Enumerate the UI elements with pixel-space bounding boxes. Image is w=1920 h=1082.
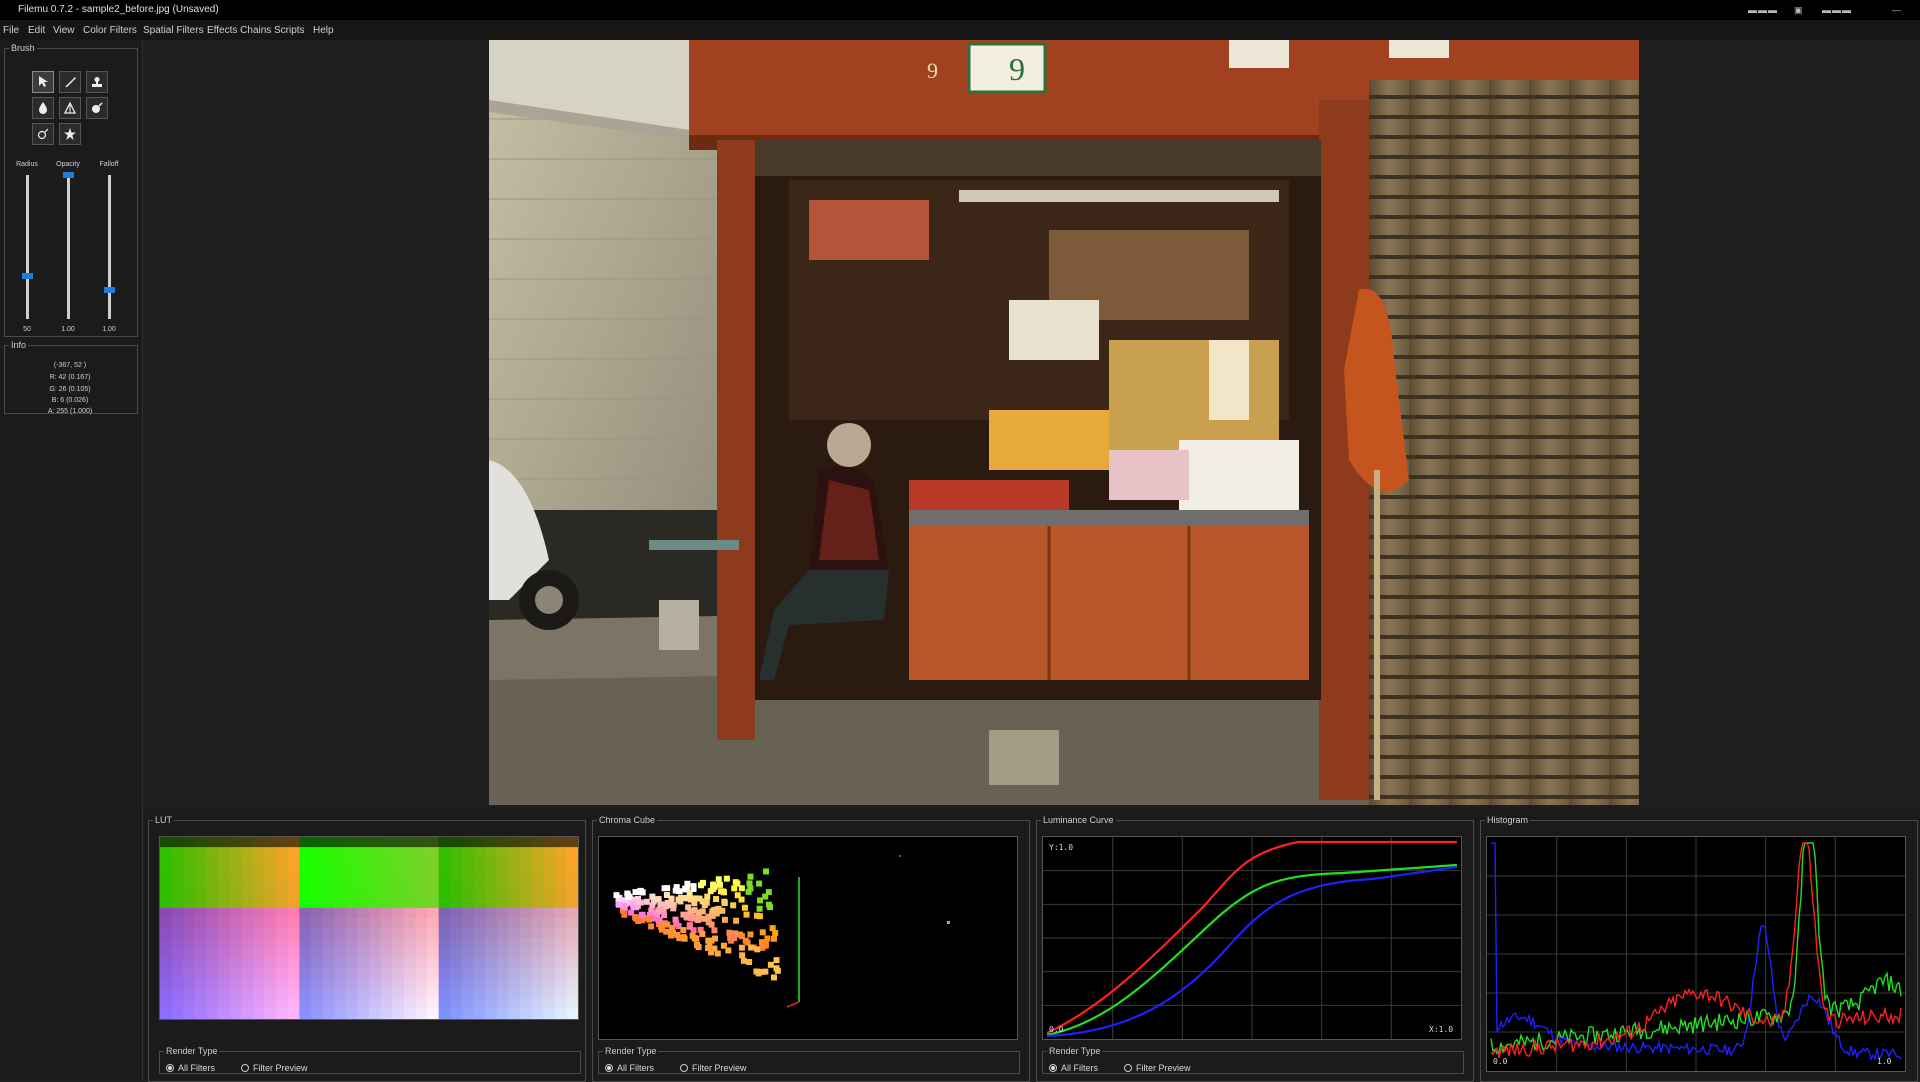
- window-title: Filemu 0.7.2 - sample2_before.jpg (Unsav…: [18, 4, 219, 15]
- info-red: R: 42 (0.167): [49, 374, 91, 381]
- luminance-curve-plot: [1043, 837, 1461, 1039]
- opacity-slider-handle[interactable]: [63, 172, 74, 178]
- chroma-cube-panel: Chroma Cube Render Type All Filters Filt…: [592, 815, 1030, 1082]
- luminance-filter-preview-radio[interactable]: [1124, 1064, 1132, 1072]
- filter-preview-label: Filter Preview: [1136, 1063, 1191, 1073]
- luminance-curve-panel: Luminance Curve Y:1.0 X:1.0 0.0 Render T…: [1036, 815, 1474, 1082]
- info-group-label: Info: [11, 340, 27, 350]
- luminance-render-type: Render Type All Filters Filter Preview: [1042, 1046, 1464, 1074]
- render-type-label: Render Type: [166, 1046, 218, 1056]
- info-coordinates: (-367, 52 ): [53, 362, 87, 369]
- bucket-tool-button[interactable]: [86, 97, 108, 119]
- radius-slider-track[interactable]: [26, 175, 29, 319]
- menu-file[interactable]: File: [3, 25, 19, 36]
- stamp-icon: [92, 77, 102, 87]
- sharpen-tool-button[interactable]: [59, 97, 81, 119]
- info-group: Info (-367, 52 ) R: 42 (0.167) G: 26 (0.…: [4, 340, 138, 415]
- menu-effects-chains[interactable]: Effects Chains: [207, 25, 271, 36]
- lut-panel: LUT Render Type All Filters Filter Previ…: [148, 815, 586, 1082]
- lut-all-filters-radio[interactable]: [166, 1064, 174, 1072]
- chroma-cube-title: Chroma Cube: [599, 815, 656, 825]
- info-green: G: 26 (0.105): [49, 386, 91, 393]
- render-type-label: Render Type: [1049, 1046, 1101, 1056]
- all-filters-label: All Filters: [617, 1063, 655, 1073]
- info-alpha: A: 255 (1.000): [47, 408, 93, 415]
- pointer-tool-button[interactable]: [32, 71, 54, 93]
- all-filters-label: All Filters: [178, 1063, 216, 1073]
- title-bar: Filemu 0.7.2 - sample2_before.jpg (Unsav…: [0, 0, 1920, 20]
- lut-render-type: Render Type All Filters Filter Preview: [159, 1046, 581, 1074]
- menu-bar: File Edit View Color Filters Spatial Fil…: [0, 20, 1920, 40]
- brush-icon: [65, 77, 76, 87]
- falloff-slider-handle[interactable]: [104, 287, 115, 294]
- info-blue: B: 6 (0.026): [51, 397, 89, 404]
- histogram-origin-label: 0.0: [1493, 1057, 1508, 1066]
- settings-dots-icon[interactable]: ▬▬▬: [1822, 5, 1852, 15]
- brush-group: Brush Radius Opacity Falloff 50 1.00 1.0…: [4, 43, 138, 337]
- chroma-cube-view[interactable]: [598, 836, 1018, 1040]
- drop-tool-button[interactable]: [32, 97, 54, 119]
- image-canvas[interactable]: 9 9: [489, 40, 1639, 805]
- falloff-value: 1.00: [102, 326, 116, 333]
- histogram-view: 0.0 1.0: [1486, 836, 1906, 1072]
- star-icon: [64, 128, 76, 140]
- chroma-all-filters-radio[interactable]: [605, 1064, 613, 1072]
- star-tool-button[interactable]: [59, 123, 81, 145]
- menu-color-filters[interactable]: Color Filters: [83, 25, 137, 36]
- triangle-icon: [64, 102, 76, 114]
- all-filters-label: All Filters: [1061, 1063, 1099, 1073]
- histogram-title: Histogram: [1487, 815, 1529, 825]
- chroma-cube-plot: [613, 855, 950, 1008]
- luminance-all-filters-radio[interactable]: [1049, 1064, 1057, 1072]
- bottom-panels: LUT Render Type All Filters Filter Previ…: [143, 807, 1920, 1082]
- menu-spatial-filters[interactable]: Spatial Filters: [143, 25, 204, 36]
- luminance-x-label: X:1.0: [1429, 1025, 1454, 1034]
- brush-tool-button[interactable]: [59, 71, 81, 93]
- lut-view: [159, 836, 579, 1020]
- pointer-icon: [39, 76, 48, 87]
- display-icon[interactable]: ▣: [1794, 5, 1804, 15]
- opacity-label: Opacity: [56, 161, 80, 168]
- filter-preview-label: Filter Preview: [692, 1063, 747, 1073]
- svg-text:9: 9: [1009, 51, 1025, 87]
- histogram-panel: Histogram 0.0 1.0: [1480, 815, 1918, 1082]
- falloff-label: Falloff: [99, 161, 119, 168]
- shop-photo: 9 9: [489, 40, 1639, 805]
- chroma-render-type: Render Type All Filters Filter Preview: [598, 1046, 1020, 1074]
- filter-preview-label: Filter Preview: [253, 1063, 308, 1073]
- lut-filter-preview-radio[interactable]: [241, 1064, 249, 1072]
- opacity-value: 1.00: [61, 326, 75, 333]
- opacity-slider-track[interactable]: [67, 175, 70, 319]
- radius-label: Radius: [16, 161, 38, 168]
- lut-grid: [160, 837, 578, 1019]
- luminance-y-label: Y:1.0: [1049, 843, 1074, 852]
- minimize-icon[interactable]: —: [1892, 5, 1902, 15]
- brush-group-label: Brush: [11, 43, 35, 53]
- luminance-curve-view[interactable]: Y:1.0 X:1.0 0.0: [1042, 836, 1462, 1040]
- svg-text:9: 9: [927, 58, 938, 83]
- menu-view[interactable]: View: [53, 25, 75, 36]
- lut-panel-title: LUT: [155, 815, 173, 825]
- lasso-icon: [37, 128, 49, 140]
- lasso-tool-button[interactable]: [32, 123, 54, 145]
- menu-edit[interactable]: Edit: [28, 25, 45, 36]
- menu-help[interactable]: Help: [313, 25, 334, 36]
- menu-dots-icon[interactable]: ▬▬▬: [1748, 5, 1778, 15]
- luminance-curve-title: Luminance Curve: [1043, 815, 1114, 825]
- histogram-plot: [1487, 837, 1905, 1071]
- menu-scripts[interactable]: Scripts: [274, 25, 305, 36]
- stamp-tool-button[interactable]: [86, 71, 108, 93]
- falloff-slider-track[interactable]: [108, 175, 111, 319]
- bucket-icon: [92, 102, 103, 113]
- chroma-filter-preview-radio[interactable]: [680, 1064, 688, 1072]
- luminance-origin-label: 0.0: [1049, 1025, 1064, 1034]
- radius-value: 50: [23, 326, 31, 333]
- render-type-label: Render Type: [605, 1046, 657, 1056]
- radius-slider-handle[interactable]: [22, 272, 33, 279]
- left-tool-panel: Brush Radius Opacity Falloff 50 1.00 1.0…: [0, 40, 143, 1080]
- histogram-max-label: 1.0: [1877, 1057, 1892, 1066]
- drop-icon: [39, 102, 47, 114]
